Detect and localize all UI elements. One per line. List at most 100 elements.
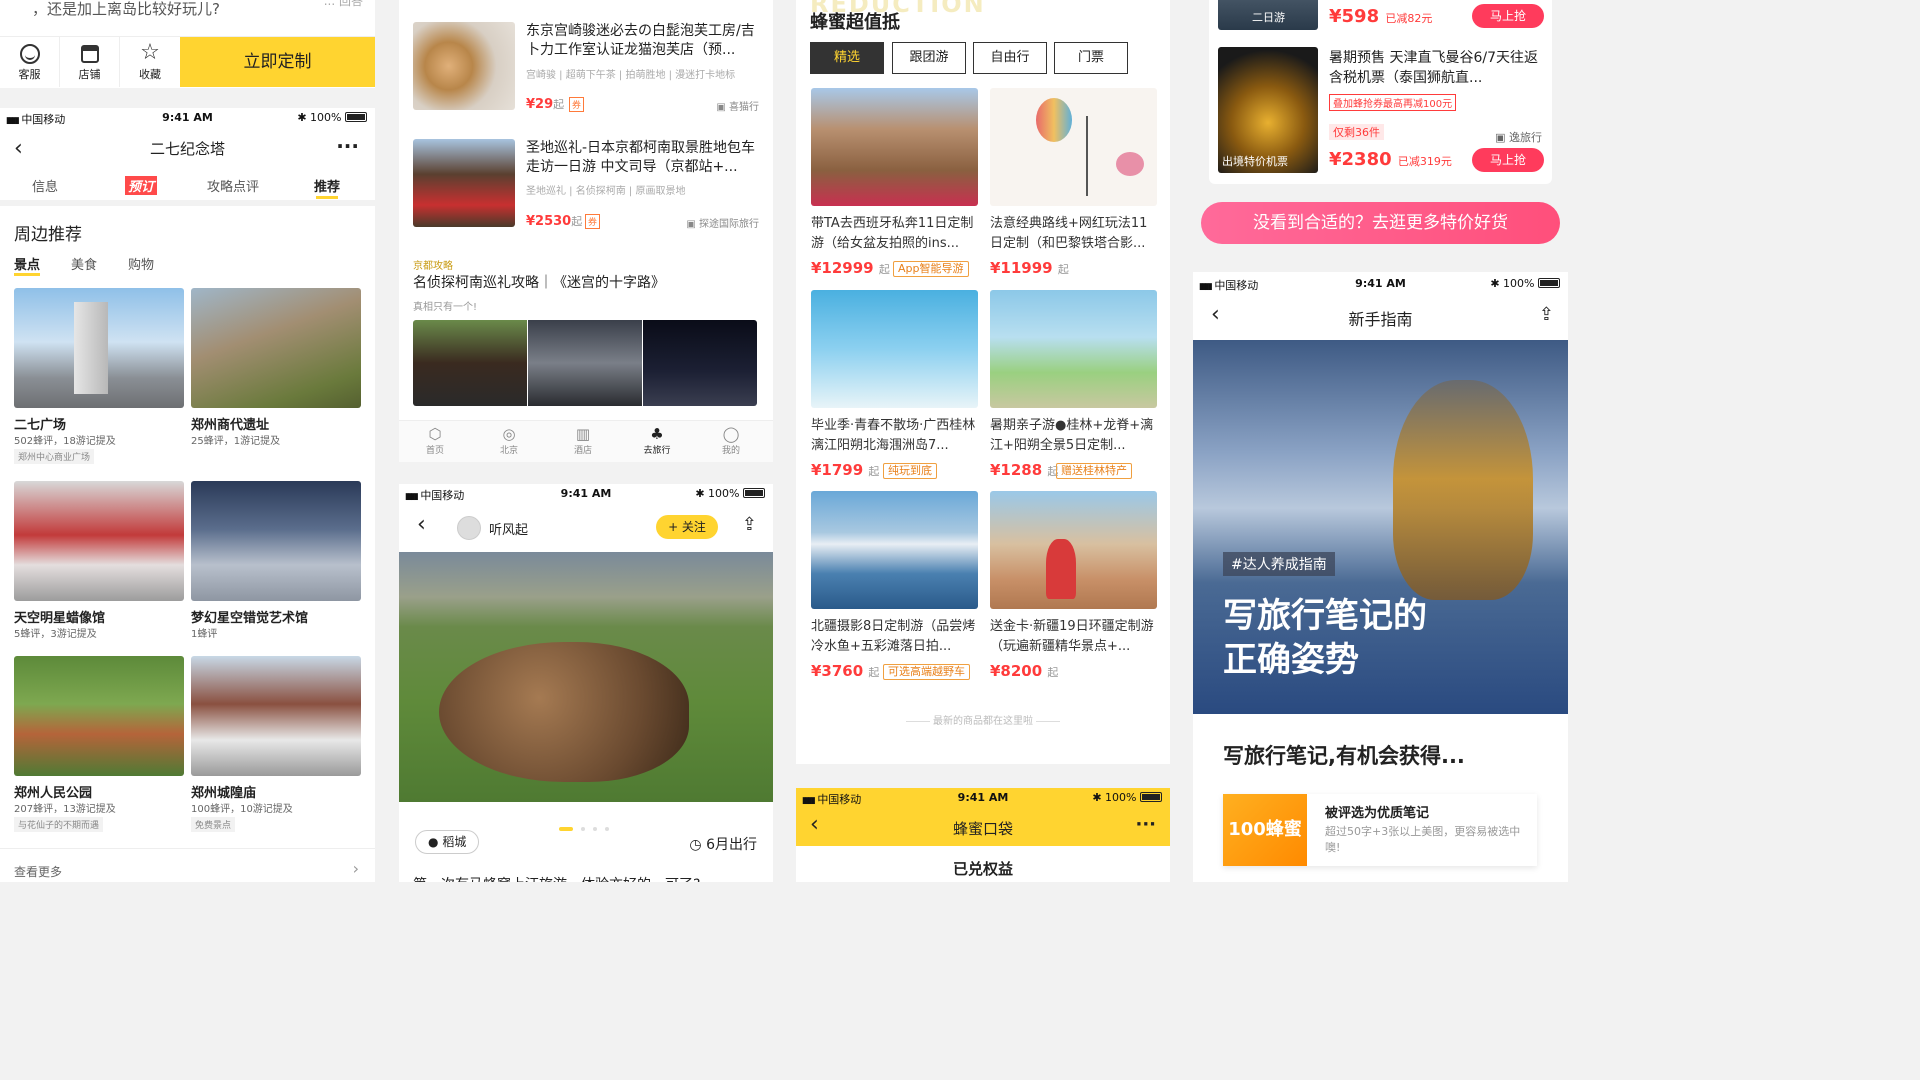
panel-honey-deals: REDUCTION 蜂蜜超值抵 精选 跟团游 自由行 门票 带TA去西班牙私奔1… [796,0,1170,764]
panel-guide: ▮▮▮▮ 中国移动 9:41 AM ✱ 100% ‹ 新手指南 ⇪ #达人养成指… [1193,272,1568,882]
product-image[interactable] [811,290,978,408]
subtab-sights[interactable]: 景点 [14,254,41,276]
tab-book[interactable]: 预订 [125,176,158,195]
place-name[interactable]: 梦幻星空错觉艺术馆 [191,607,308,626]
place-stats: 100蜂评，10游记提及 [191,804,293,815]
article-image[interactable] [643,320,757,406]
nav-travel[interactable]: ♣ 去旅行 [639,425,675,456]
reward-card: 100蜂蜜 被评选为优质笔记 超过50字+3张以上美图，更容易被选中噢! [1223,794,1537,866]
product-image[interactable] [990,491,1157,609]
product-title[interactable]: 北疆摄影8日定制游（品尝烤冷水鱼+五彩滩落日拍... [811,617,978,657]
deal-image[interactable]: 出境特价机票 [1218,47,1318,173]
article-title[interactable]: 名侦探柯南巡礼攻略｜《迷宫的十字路》 [413,272,665,292]
nav-hotel[interactable]: ▥ 酒店 [565,425,601,456]
article-image[interactable] [413,320,527,406]
product-title[interactable]: 暑期亲子游●桂林+龙脊+漓江+阳朔全景5日定制... [990,416,1157,456]
product-image[interactable] [990,290,1157,408]
place-image[interactable] [14,656,184,776]
location-chip[interactable]: ● 稻城 [415,830,480,854]
deal-title[interactable]: 暑期预售 天津直飞曼谷6/7天往返含税机票（泰国狮航直... [1329,48,1543,88]
deal-card[interactable]: 出境特价机票 暑期预售 天津直飞曼谷6/7天往返含税机票（泰国狮航直... 叠加… [1209,36,1552,184]
deal-price: ¥598 已减82元 [1329,6,1433,27]
customize-now-button[interactable]: 立即定制 [180,37,375,87]
nav-me[interactable]: ◯ 我的 [713,425,749,456]
place-name[interactable]: 天空明星蜡像馆 [14,607,105,626]
share-icon[interactable]: ⇪ [742,514,757,535]
nav-me-label: 我的 [721,446,740,456]
product-title[interactable]: 东京宫崎骏迷必去の白髭泡芙工房/吉卜力工作室认证龙猫泡芙店（预... [526,22,761,60]
article-image[interactable] [528,320,642,406]
hero-title-line2: 正确姿势 [1223,640,1359,680]
product-image[interactable] [413,22,515,110]
panel-nearby: ▮▮▮▮ 中国移动 9:41 AM ✱ 100% ‹ 二七纪念塔 ··· 信息 … [0,108,375,882]
header-bar: ▮▮▮▮ 中国移动 9:41 AM ✱ 100% ‹ 蜂蜜口袋 ··· [796,788,1170,846]
subtab-food[interactable]: 美食 [71,254,97,273]
product-image[interactable] [990,88,1157,206]
section-title: 已兑权益 [952,860,1013,878]
share-icon[interactable]: ⇪ [1539,304,1554,325]
place-image[interactable] [14,288,184,408]
see-more-label: 查看更多 [14,865,63,879]
place-name[interactable]: 郑州商代遗址 [191,414,269,433]
place-image[interactable] [14,481,184,601]
product-image[interactable] [811,491,978,609]
tab-tickets[interactable]: 门票 [1054,42,1128,74]
tab-featured[interactable]: 精选 [810,42,884,74]
product-tag: App智能导游 [893,261,969,277]
deal-image[interactable]: 二日游 [1218,0,1318,30]
reward-badge: 100蜂蜜 [1223,794,1307,866]
product-title[interactable]: 法意经典路线+网红玩法11日定制（和巴黎铁塔合影... [990,214,1157,254]
user-icon: ◯ [722,425,740,443]
nav-home[interactable]: ⬡ 首页 [417,425,453,456]
service-button[interactable]: 客服 [0,37,60,87]
product-title[interactable]: 毕业季·青春不散场·广西桂林漓江阳朔北海涠洲岛7... [811,416,978,456]
place-name[interactable]: 二七广场 [14,414,66,433]
deal-badge: 出境特价机票 [1222,155,1288,168]
note-photo[interactable] [399,552,773,802]
location-label: 稻城 [442,835,467,849]
product-image[interactable] [811,88,978,206]
subtab-shopping[interactable]: 购物 [128,254,154,273]
product-image[interactable] [413,139,515,227]
product-title[interactable]: 送金卡·新疆19日环疆定制游（玩遍新疆精华景点+... [990,617,1157,657]
place-image[interactable] [191,481,361,601]
more-icon[interactable]: ··· [1135,814,1156,835]
stock-badge: 仅剩36件 [1329,124,1384,140]
tab-free-travel[interactable]: 自由行 [973,42,1047,74]
panel-products: 东京宫崎骏迷必去の白髭泡芙工房/吉卜力工作室认证龙猫泡芙店（预... 宫崎骏 |… [399,0,773,462]
bottom-action-bar: 客服 店铺 ☆ 收藏 立即定制 [0,36,375,87]
deal-card[interactable]: 二日游 ¥598 已减82元 马上抢 [1209,0,1552,36]
tab-info[interactable]: 信息 [32,176,58,195]
place-name[interactable]: 郑州城隍庙 [191,782,256,801]
back-icon[interactable]: ‹ [417,512,426,537]
page-title: 二七纪念塔 [149,140,225,158]
product-price: ¥1799 起 [811,461,880,479]
tab-recommend[interactable]: 推荐 [314,176,340,195]
status-bar: ▮▮▮▮ 中国移动 9:41 AM ✱ 100% [1193,274,1568,294]
tab-group-tour[interactable]: 跟团游 [892,42,966,74]
place-name[interactable]: 郑州人民公园 [14,782,92,801]
hero-banner: #达人养成指南 写旅行笔记的 正确姿势 [1193,340,1568,714]
more-deals-banner[interactable]: 没看到合适的？去逛更多特价好货 [1201,202,1560,244]
place-image[interactable] [191,656,361,776]
palm-icon: ♣ [650,425,664,443]
product-title[interactable]: 带TA去西班牙私奔11日定制游（给女盆友拍照的ins... [811,214,978,254]
follow-button[interactable]: + 关注 [656,515,718,539]
product-price: ¥29起 [526,97,565,112]
coupon-badge: 券 [569,97,585,112]
place-image[interactable] [191,288,361,408]
hashtag-chip[interactable]: #达人养成指南 [1223,552,1335,576]
author-name[interactable]: 听风起 [489,519,528,538]
avatar[interactable] [457,516,481,540]
favorite-button[interactable]: ☆ 收藏 [120,37,180,87]
grab-button[interactable]: 马上抢 [1472,4,1544,28]
product-subtitle: 宫崎骏 | 超萌下午茶 | 拍萌胜地 | 漫迷打卡地标 [526,70,736,81]
chevron-right-icon: › [352,859,359,878]
nav-city[interactable]: ◎ 北京 [491,425,527,456]
store-button[interactable]: 店铺 [60,37,120,87]
more-icon[interactable]: ··· [336,134,359,158]
product-title[interactable]: 圣地巡礼-日本京都柯南取景胜地包车走访一日游 中文司导（京都站+... [526,139,761,177]
see-more-link[interactable]: 查看更多 › [0,848,375,882]
grab-button[interactable]: 马上抢 [1472,148,1544,172]
tab-guides[interactable]: 攻略点评 [207,176,259,195]
